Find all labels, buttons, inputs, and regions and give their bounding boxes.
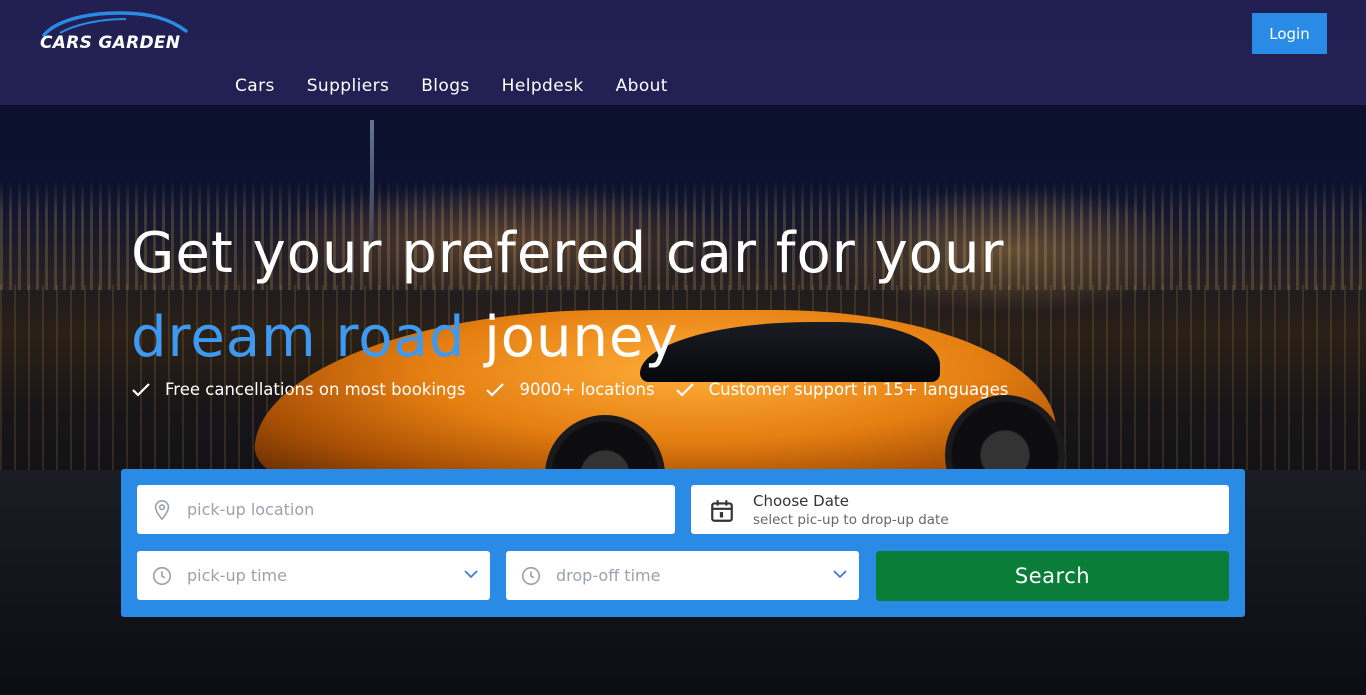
site-header: CARS GARDEN Cars Suppliers Blogs Helpdes… [0,0,1366,105]
nav-item-cars[interactable]: Cars [235,76,275,96]
site-logo[interactable]: CARS GARDEN [40,11,190,57]
feature-label: Free cancellations on most bookings [165,380,466,399]
headline-rest: jouney [465,305,679,370]
nav-item-suppliers[interactable]: Suppliers [307,76,390,96]
clock-icon [152,566,172,586]
pickup-location-field[interactable] [137,485,675,534]
login-button[interactable]: Login [1252,13,1327,54]
feature-item: Free cancellations on most bookings [131,380,465,399]
dropoff-time-select[interactable]: drop-off time [506,551,859,600]
dropoff-time-placeholder: drop-off time [556,566,661,585]
check-icon [132,382,150,397]
headline-line-1: Get your prefered car for your [131,221,1005,286]
search-panel: Choose Date select pic-up to drop-up dat… [121,469,1245,617]
map-pin-icon [154,500,170,521]
main-nav: Cars Suppliers Blogs Helpdesk About [235,76,700,96]
date-subtitle: select pic-up to drop-up date [753,512,949,528]
nav-item-helpdesk[interactable]: Helpdesk [502,76,584,96]
date-range-field[interactable]: Choose Date select pic-up to drop-up dat… [691,485,1229,534]
headline-accent: dream road [131,305,466,370]
date-title: Choose Date [753,492,849,510]
pickup-time-placeholder: pick-up time [187,566,287,585]
feature-list: Free cancellations on most bookings 9000… [131,380,1028,399]
hero-headline: Get your prefered car for your dream roa… [131,212,1231,380]
check-icon [675,382,694,397]
nav-item-about[interactable]: About [616,76,668,96]
chevron-down-icon [464,570,478,579]
feature-item: 9000+ locations [485,380,655,399]
feature-label: Customer support in 15+ languages [708,380,1009,399]
search-button[interactable]: Search [876,551,1229,601]
calendar-icon [711,500,733,522]
chevron-down-icon [833,570,847,579]
check-icon [486,382,505,397]
pickup-time-select[interactable]: pick-up time [137,551,490,600]
clock-icon [521,566,541,586]
pickup-location-input[interactable] [187,485,618,534]
feature-label: 9000+ locations [519,380,655,399]
nav-item-blogs[interactable]: Blogs [421,76,469,96]
logo-text: CARS GARDEN [40,33,181,53]
feature-item: Customer support in 15+ languages [675,380,1009,399]
